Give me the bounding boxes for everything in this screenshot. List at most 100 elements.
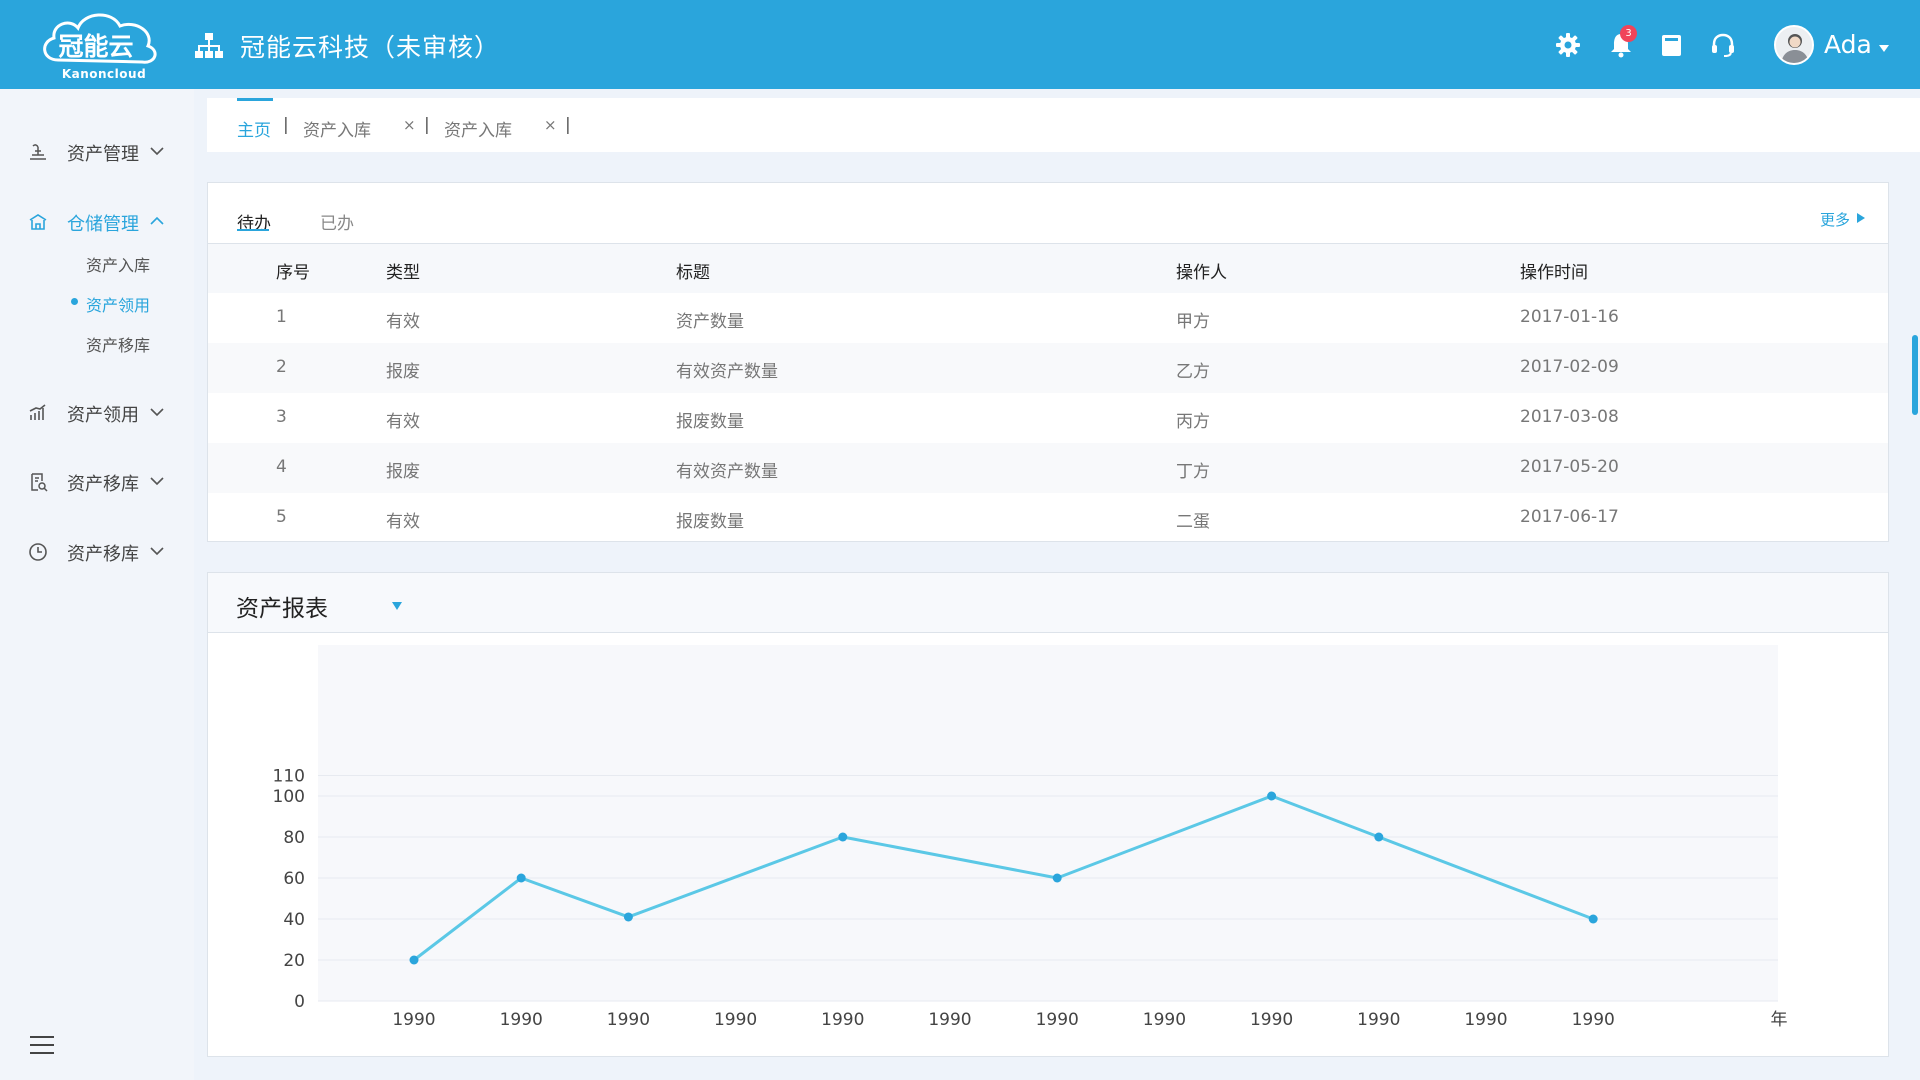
sidebar-item-asset-transfer-2[interactable]: 资产移库 bbox=[0, 531, 194, 571]
y-tick-label: 40 bbox=[283, 910, 305, 930]
line-chart: 0 20 40 60 80 100110 1990 1990 1990 1990 1990 1990 1… bbox=[273, 645, 1788, 1030]
tab-bar: 主页 | 资产入库 × | 资产入库 × | bbox=[207, 98, 1920, 152]
tab-close-icon[interactable]: × bbox=[403, 116, 416, 134]
caret-down-icon[interactable] bbox=[1878, 44, 1890, 53]
x-tick-label: 1990 bbox=[1250, 1010, 1293, 1030]
more-link[interactable]: 更多 bbox=[1820, 209, 1850, 230]
cell-time: 2017-01-16 bbox=[1520, 307, 1619, 327]
tab-close-icon[interactable]: × bbox=[544, 116, 557, 134]
asset-icon bbox=[30, 144, 46, 160]
cell-time: 2017-03-08 bbox=[1520, 407, 1619, 427]
table-row[interactable]: 5 有效 报废数量 二蛋 2017-06-17 bbox=[208, 493, 1888, 543]
x-tick-label: 1990 bbox=[821, 1010, 864, 1030]
column-header: 序号 bbox=[276, 263, 310, 283]
table-row[interactable]: 4 报废 有效资产数量 丁方 2017-05-20 bbox=[208, 443, 1888, 493]
cell-type: 有效 bbox=[386, 512, 420, 532]
cell-type: 报废 bbox=[386, 362, 420, 382]
y-tick-label: 100 bbox=[273, 787, 305, 807]
cell-type: 有效 bbox=[386, 412, 420, 432]
column-header: 操作时间 bbox=[1520, 263, 1588, 283]
notification-badge: 3 bbox=[1620, 25, 1637, 42]
caret-down-icon[interactable] bbox=[391, 601, 403, 611]
clock-icon bbox=[29, 543, 47, 561]
table-header: 序号 类型 标题 操作人 操作时间 bbox=[208, 243, 1888, 293]
y-tick-label: 0 bbox=[294, 992, 305, 1012]
tab-asset-inbound[interactable]: 资产入库 bbox=[303, 116, 371, 141]
sidebar-item-asset-requisition[interactable]: 资产领用 bbox=[0, 392, 194, 432]
x-tick-label: 1990 bbox=[1464, 1010, 1507, 1030]
sidebar-subitem-asset-transfer[interactable]: 资产移库 bbox=[86, 332, 150, 356]
cell-title: 资产数量 bbox=[676, 312, 744, 332]
cloud-logo-icon: 冠能云 bbox=[43, 13, 157, 64]
chevron-down-icon bbox=[150, 547, 164, 556]
table-row[interactable]: 2 报废 有效资产数量 乙方 2017-02-09 bbox=[208, 343, 1888, 393]
cell-index: 3 bbox=[276, 407, 287, 427]
cell-operator: 丙方 bbox=[1176, 412, 1210, 432]
app-logo[interactable]: 冠能云 Kanoncloud bbox=[36, 8, 160, 82]
y-tick-label: 80 bbox=[283, 828, 305, 848]
data-point bbox=[516, 873, 526, 883]
cell-time: 2017-05-20 bbox=[1520, 457, 1619, 477]
x-tick-label: 1990 bbox=[1572, 1010, 1615, 1030]
org-chart-icon bbox=[195, 33, 223, 58]
headset-icon[interactable] bbox=[1710, 32, 1736, 58]
sidebar-item-asset-transfer[interactable]: 资产移库 bbox=[0, 461, 194, 501]
subtab-done[interactable]: 已办 bbox=[320, 209, 354, 234]
x-axis-label: 年 bbox=[1771, 1010, 1788, 1030]
tab-home[interactable]: 主页 bbox=[237, 116, 271, 141]
sidebar-item-label: 资产移库 bbox=[67, 544, 139, 565]
company-name[interactable]: 冠能云科技（未审核） bbox=[240, 28, 500, 64]
bar-chart-icon bbox=[29, 404, 46, 420]
y-tick-label: 20 bbox=[283, 951, 305, 971]
cell-index: 4 bbox=[276, 457, 287, 477]
chevron-down-icon bbox=[150, 147, 164, 156]
cell-operator: 二蛋 bbox=[1176, 512, 1210, 532]
x-tick-label: 1990 bbox=[714, 1010, 757, 1030]
cell-title: 有效资产数量 bbox=[676, 462, 778, 482]
table-row[interactable]: 1 有效 资产数量 甲方 2017-01-16 bbox=[208, 293, 1888, 343]
table-row[interactable]: 3 有效 报废数量 丙方 2017-03-08 bbox=[208, 393, 1888, 443]
document-search-icon bbox=[31, 473, 48, 492]
top-header: 冠能云 Kanoncloud 冠能云科技（未审核） 3 Ada bbox=[0, 0, 1920, 89]
logo-text-cn: 冠能云 bbox=[58, 32, 133, 61]
y-tick-label: 110 bbox=[273, 767, 305, 787]
data-point bbox=[1052, 873, 1062, 883]
active-indicator-dot bbox=[71, 298, 78, 305]
book-icon[interactable] bbox=[1658, 32, 1684, 58]
subtab-active-underline bbox=[237, 229, 269, 231]
sidebar-item-label: 仓储管理 bbox=[67, 214, 139, 235]
data-point bbox=[409, 955, 419, 965]
cell-operator: 甲方 bbox=[1176, 312, 1210, 332]
sidebar-subitem-asset-inbound[interactable]: 资产入库 bbox=[86, 252, 150, 276]
x-tick-label: 1990 bbox=[500, 1010, 543, 1030]
cell-title: 报废数量 bbox=[676, 512, 744, 532]
data-point bbox=[623, 912, 633, 922]
sidebar-item-warehouse-management[interactable]: 仓储管理 bbox=[0, 201, 194, 241]
cell-title: 有效资产数量 bbox=[676, 362, 778, 382]
data-point bbox=[838, 832, 848, 842]
chart-header: 资产报表 bbox=[208, 573, 1888, 633]
scrollbar-thumb[interactable] bbox=[1912, 335, 1918, 415]
menu-toggle-icon[interactable] bbox=[30, 1036, 54, 1056]
tab-separator: | bbox=[424, 115, 430, 135]
sidebar-subitem-asset-requisition[interactable]: 资产领用 bbox=[86, 292, 150, 316]
column-header: 类型 bbox=[386, 263, 420, 283]
tab-separator: | bbox=[565, 115, 571, 135]
cell-type: 有效 bbox=[386, 312, 420, 332]
avatar[interactable] bbox=[1774, 25, 1814, 65]
x-tick-label: 1990 bbox=[607, 1010, 650, 1030]
plot-area bbox=[318, 645, 1778, 1001]
data-point bbox=[1588, 914, 1598, 924]
asset-report-panel: 资产报表 0 20 40 60 80 100 110 1990 1990 1990 1990 1990… bbox=[207, 572, 1889, 1057]
sidebar-item-asset-management[interactable]: 资产管理 bbox=[0, 131, 194, 171]
tab-asset-inbound-2[interactable]: 资产入库 bbox=[444, 116, 512, 141]
x-tick-label: 1990 bbox=[928, 1010, 971, 1030]
user-name[interactable]: Ada bbox=[1824, 30, 1872, 59]
cell-operator: 丁方 bbox=[1176, 462, 1210, 482]
arrow-right-icon[interactable] bbox=[1856, 212, 1866, 224]
settings-icon[interactable] bbox=[1555, 32, 1581, 58]
chevron-up-icon bbox=[150, 216, 164, 225]
cell-time: 2017-02-09 bbox=[1520, 357, 1619, 377]
column-header: 标题 bbox=[676, 263, 710, 283]
cell-index: 1 bbox=[276, 307, 287, 327]
